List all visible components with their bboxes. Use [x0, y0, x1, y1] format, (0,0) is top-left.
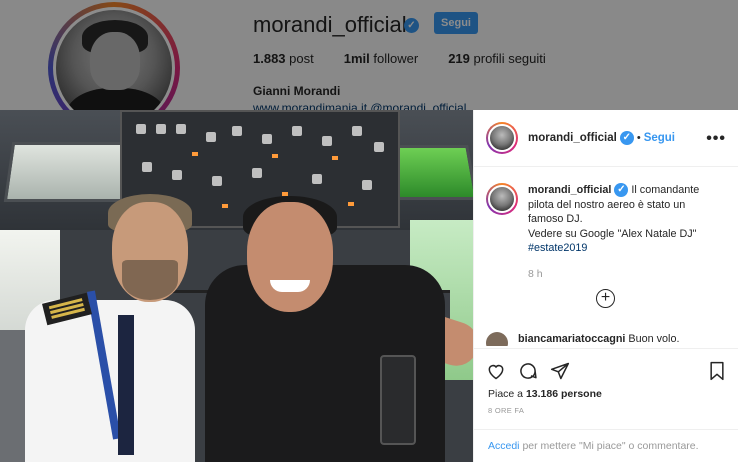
- comment-username[interactable]: biancamariatoccagni: [518, 333, 625, 345]
- throttle-lever: [380, 355, 416, 445]
- bookmark-icon[interactable]: [707, 361, 727, 381]
- login-prompt: Accedi per mettere "Mi piace" o commenta…: [474, 429, 738, 462]
- comment: biancamariatoccagni Buon volo.: [486, 332, 731, 346]
- post-side-panel: morandi_official ✓ • Segui ••• morandi_o…: [473, 110, 738, 462]
- comment-icon[interactable]: [518, 361, 538, 381]
- post-photo[interactable]: [0, 110, 473, 462]
- header-follow-button[interactable]: Segui: [644, 132, 675, 144]
- cockpit-seat: [0, 330, 26, 462]
- comment-text: biancamariatoccagni Buon volo.: [518, 333, 679, 345]
- share-icon[interactable]: [550, 361, 570, 381]
- post-header: morandi_official ✓ • Segui •••: [474, 110, 738, 167]
- post-caption: morandi_official ✓ Il comandante pilota …: [486, 183, 731, 256]
- more-horizontal-icon[interactable]: •••: [706, 130, 726, 148]
- caption-line2: Vedere su Google "Alex Natale DJ": [528, 227, 697, 240]
- action-icons: [486, 361, 570, 381]
- plus-circle-icon[interactable]: +: [596, 289, 615, 308]
- caption-username[interactable]: morandi_official: [528, 184, 611, 196]
- caption-timestamp: 8 h: [528, 268, 543, 280]
- posted-time: 8 ORE FA: [488, 406, 525, 415]
- post-author-avatar[interactable]: [486, 122, 518, 154]
- header-separator: •: [636, 132, 641, 144]
- likes-count[interactable]: Piace a 13.186 persone: [488, 388, 602, 400]
- heart-icon[interactable]: [486, 361, 506, 381]
- caption-text: morandi_official ✓ Il comandante pilota …: [528, 183, 723, 256]
- post-modal: morandi_official ✓ • Segui ••• morandi_o…: [0, 110, 738, 462]
- verified-badge-icon: ✓: [614, 183, 629, 198]
- pilot-beard: [122, 260, 178, 300]
- post-actions: Piace a 13.186 persone 8 ORE FA Accedi p…: [474, 348, 738, 462]
- comment-avatar[interactable]: [486, 332, 508, 346]
- singer-face: [247, 202, 333, 312]
- login-link[interactable]: Accedi: [488, 440, 520, 452]
- hashtag-link[interactable]: #estate2019: [528, 242, 587, 254]
- comment-body: Buon volo.: [628, 333, 680, 345]
- login-prompt-text: per mettere "Mi piace" o commentare.: [522, 440, 699, 452]
- pilot-tie: [118, 315, 134, 455]
- singer-smile: [270, 280, 310, 292]
- verified-badge-icon: ✓: [619, 131, 634, 145]
- post-author-username[interactable]: morandi_official: [528, 132, 617, 144]
- caption-avatar[interactable]: [486, 183, 518, 215]
- cockpit-window-left: [3, 142, 133, 202]
